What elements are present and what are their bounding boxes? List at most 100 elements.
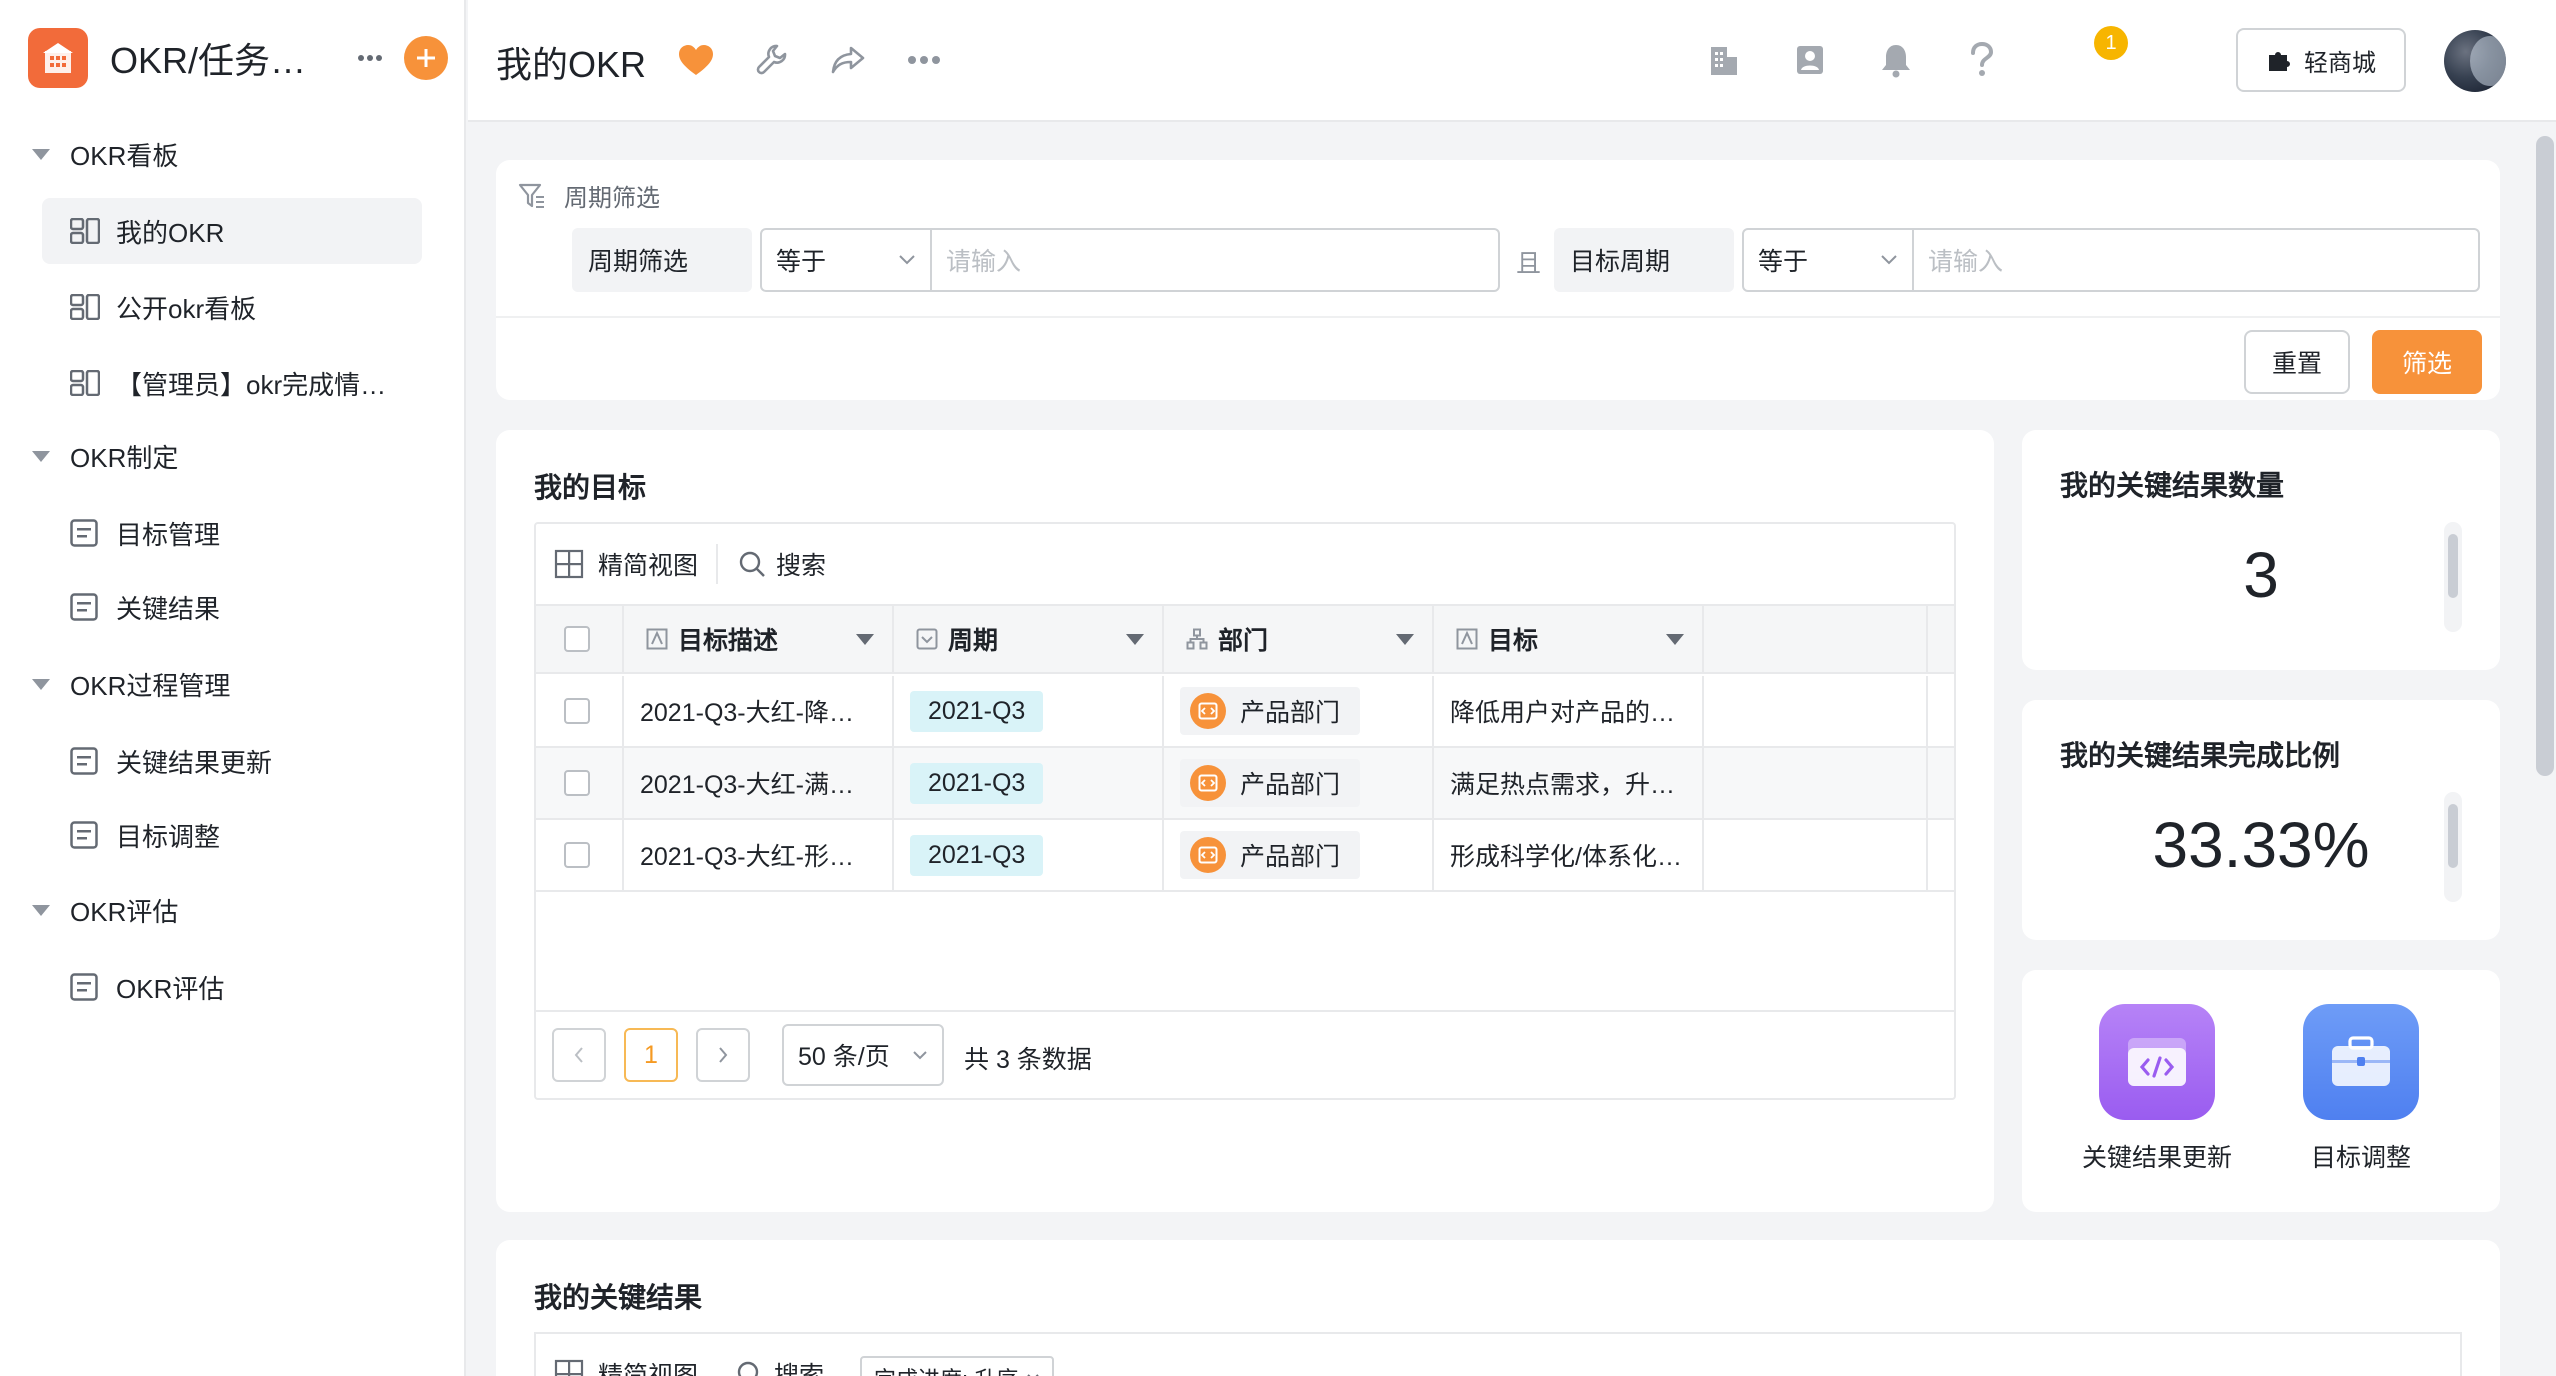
dept-tag: 产品部门 — [1180, 759, 1361, 807]
scrollbar[interactable] — [2444, 522, 2462, 632]
period-tag: 2021-Q3 — [910, 762, 1044, 804]
cell-empty — [1704, 820, 1928, 890]
puzzle-icon — [2269, 52, 2290, 71]
stat-title: 我的关键结果完成比例 — [2060, 740, 2341, 771]
card-title: 我的关键结果 — [534, 1282, 703, 1313]
column-header-desc[interactable]: 目标描述 — [624, 606, 894, 672]
more-icon[interactable] — [902, 38, 946, 82]
notification-badge: 1 — [2094, 26, 2128, 60]
grid-icon — [554, 549, 584, 579]
stat-title: 我的关键结果数量 — [2060, 470, 2285, 501]
sort-caret-icon[interactable] — [1666, 633, 1684, 645]
prev-page-button[interactable] — [552, 1028, 606, 1082]
scrollbar[interactable] — [2444, 792, 2462, 902]
cell-dept: 产品部门 — [1164, 820, 1434, 890]
view-switch-button[interactable]: 精简视图 — [554, 546, 698, 582]
cell-goal: 形成科学化/体系化… — [1434, 820, 1704, 890]
sidebar-item-admin-okr[interactable]: 【管理员】okr完成情… — [42, 350, 422, 416]
filter-heading-label: 周期筛选 — [564, 185, 660, 212]
stat-value: 3 — [2243, 539, 2279, 611]
sort-caret-icon[interactable] — [856, 633, 874, 645]
dept-tag: 产品部门 — [1180, 687, 1361, 735]
share-icon[interactable] — [826, 38, 870, 82]
search-button[interactable]: 搜索 — [738, 546, 826, 582]
contacts-icon[interactable] — [1788, 38, 1832, 82]
sidebar-item-goal-adjust[interactable]: 目标调整 — [42, 802, 422, 868]
caret-down-icon — [32, 148, 50, 160]
period-tag: 2021-Q3 — [910, 690, 1044, 732]
divider — [716, 544, 719, 584]
mall-button[interactable]: 轻商城 — [2236, 28, 2406, 92]
column-label: 目标描述 — [678, 627, 779, 655]
text-field-icon — [1456, 628, 1478, 650]
page-size-select[interactable]: 50 条/页 — [782, 1024, 944, 1086]
row-checkbox[interactable] — [564, 770, 590, 796]
table-toolbar: 精简视图 搜索 完成进度: 升序 — [536, 1334, 2460, 1376]
total-count: 共 3 条数据 — [964, 1046, 1092, 1074]
caret-down-icon — [32, 450, 50, 462]
form-icon — [70, 519, 100, 547]
avatar[interactable] — [2444, 30, 2506, 92]
page-number-current[interactable]: 1 — [624, 1028, 678, 1082]
cell-desc: 2021-Q3-大红-满… — [624, 748, 894, 818]
chevron-left-icon — [574, 1047, 583, 1063]
sort-tag[interactable]: 完成进度: 升序 — [860, 1356, 1055, 1376]
sidebar-item-public-okr-board[interactable]: 公开okr看板 — [42, 274, 422, 340]
filter-operator-select[interactable]: 等于 — [1742, 228, 1914, 292]
table-row[interactable]: 2021-Q3-大红-满… 2021-Q3 产品部门 满足热点需求，升… — [536, 748, 1954, 820]
reset-button[interactable]: 重置 — [2244, 330, 2350, 394]
filter-value-input[interactable]: 请输入 — [1914, 228, 2480, 292]
my-key-results-card: 我的关键结果 精简视图 搜索 完成进度: 升序 — [496, 1240, 2500, 1376]
add-icon[interactable] — [404, 36, 448, 80]
app-title: OKR/任务… — [110, 40, 307, 81]
search-button[interactable]: 搜索 — [736, 1356, 824, 1376]
quick-action-kr-update[interactable]: 关键结果更新 — [2082, 1004, 2232, 1174]
nav-group-okr-board[interactable]: OKR看板 — [32, 132, 178, 176]
nav-group-okr-process[interactable]: OKR过程管理 — [32, 662, 230, 706]
select-all-checkbox[interactable] — [564, 626, 590, 652]
next-page-button[interactable] — [696, 1028, 750, 1082]
single-select-icon — [916, 628, 938, 650]
nav-group-label: OKR看板 — [70, 140, 179, 171]
filter-key: 目标周期 — [1554, 228, 1734, 292]
page-scrollbar[interactable] — [2536, 136, 2554, 776]
board-icon — [70, 293, 100, 321]
sidebar-item-label: 目标调整 — [116, 821, 221, 852]
form-icon — [70, 821, 100, 849]
favorite-heart-icon[interactable] — [674, 38, 718, 82]
nav-group-okr-eval[interactable]: OKR评估 — [32, 888, 178, 932]
more-icon[interactable] — [350, 42, 390, 74]
bell-icon[interactable] — [1874, 38, 1918, 82]
sidebar-item-key-results[interactable]: 关键结果 — [42, 574, 422, 640]
organization-icon[interactable] — [1702, 38, 1746, 82]
row-checkbox[interactable] — [564, 698, 590, 724]
sidebar-item-goal-management[interactable]: 目标管理 — [42, 500, 422, 566]
column-header-goal[interactable]: 目标 — [1434, 606, 1704, 672]
sort-caret-icon[interactable] — [1126, 633, 1144, 645]
nav-group-okr-setting[interactable]: OKR制定 — [32, 434, 178, 478]
table-row[interactable]: 2021-Q3-大红-降… 2021-Q3 产品部门 降低用户对产品的… — [536, 676, 1954, 748]
nav-group-label: OKR过程管理 — [70, 670, 231, 701]
text-field-icon — [646, 628, 668, 650]
wrench-icon[interactable] — [750, 38, 794, 82]
cell-dept: 产品部门 — [1164, 676, 1434, 746]
table-row[interactable]: 2021-Q3-大红-形… 2021-Q3 产品部门 形成科学化/体系化… — [536, 820, 1954, 892]
view-switch-button[interactable]: 精简视图 — [554, 1356, 698, 1376]
help-icon[interactable] — [1960, 38, 2004, 82]
sort-caret-icon[interactable] — [1396, 633, 1414, 645]
table-header: 目标描述 周期 部门 目标 — [536, 604, 1954, 674]
sidebar-item-my-okr[interactable]: 我的OKR — [42, 198, 422, 264]
filter-button[interactable]: 筛选 — [2372, 330, 2482, 394]
row-checkbox[interactable] — [564, 842, 590, 868]
quick-actions-card: 关键结果更新 目标调整 — [2022, 970, 2500, 1212]
sidebar-item-okr-eval[interactable]: OKR评估 — [42, 954, 422, 1020]
sidebar-item-kr-update[interactable]: 关键结果更新 — [42, 728, 422, 794]
column-header-period[interactable]: 周期 — [894, 606, 1164, 672]
quick-action-goal-adjust[interactable]: 目标调整 — [2286, 1004, 2436, 1174]
view-label: 精简视图 — [598, 1362, 699, 1376]
column-header-dept[interactable]: 部门 — [1164, 606, 1434, 672]
filter-operator-select[interactable]: 等于 — [760, 228, 932, 292]
grid-icon — [554, 1359, 584, 1376]
filter-value-input[interactable]: 请输入 — [932, 228, 1500, 292]
key-results-table: 精简视图 搜索 完成进度: 升序 — [534, 1332, 2462, 1376]
